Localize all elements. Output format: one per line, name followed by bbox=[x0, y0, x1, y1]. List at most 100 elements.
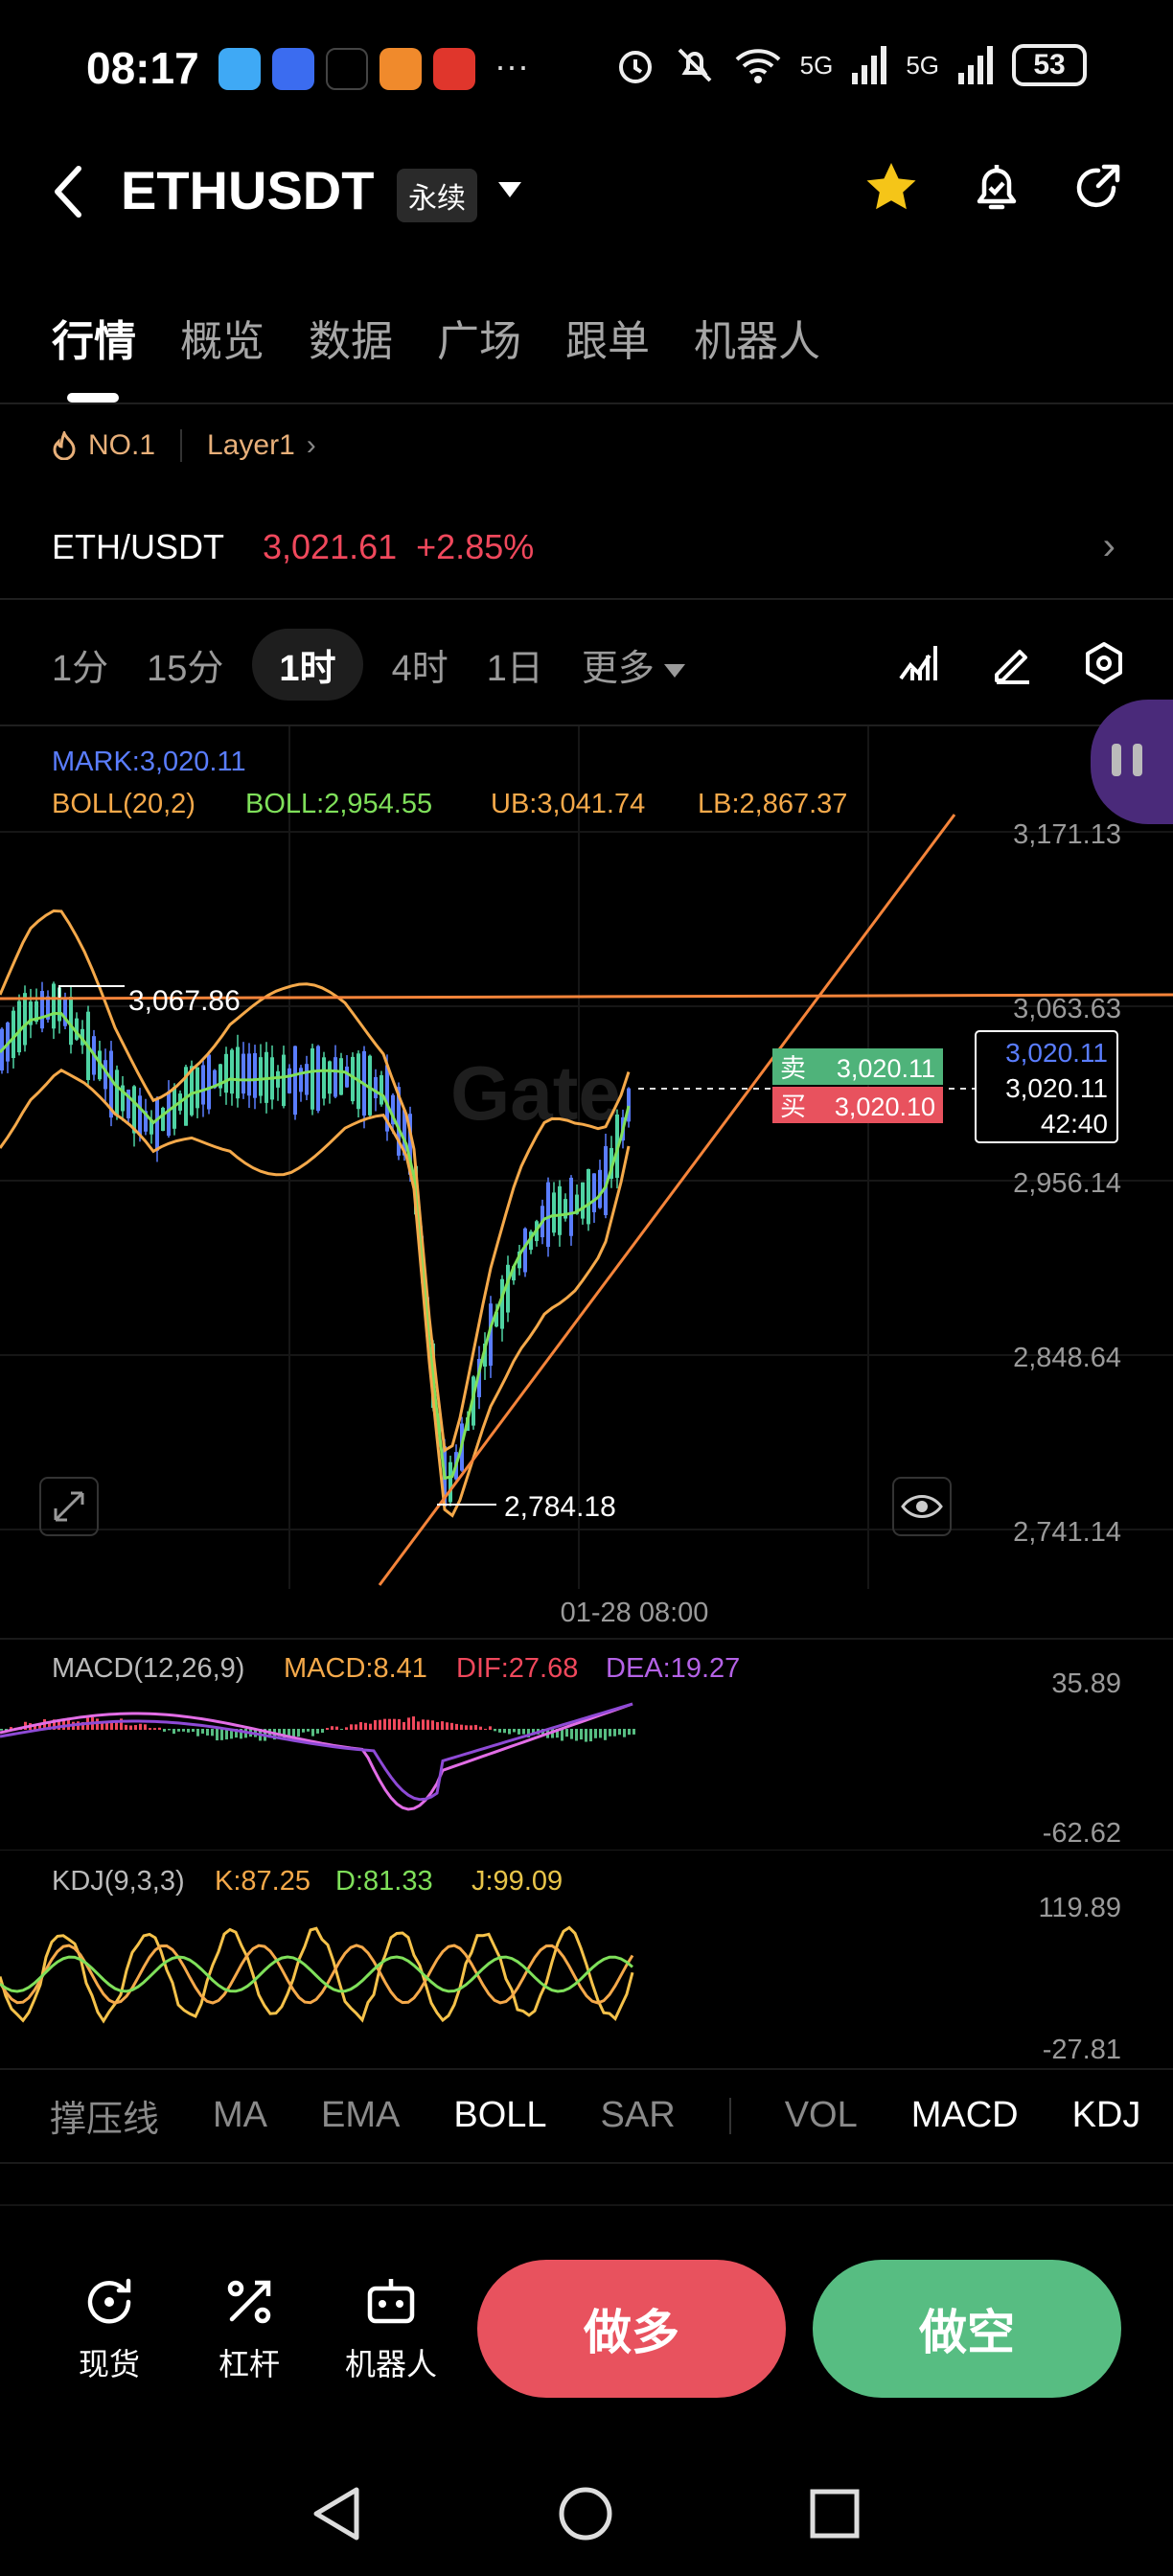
bot-button[interactable]: 机器人 bbox=[334, 2273, 448, 2384]
short-button[interactable]: 做空 bbox=[813, 2260, 1121, 2398]
chevron-right-icon: › bbox=[306, 429, 316, 461]
nav-back-icon[interactable] bbox=[305, 2480, 372, 2547]
macd-histogram-bar bbox=[618, 1729, 621, 1736]
ticker-price: 3,021.61 bbox=[263, 527, 398, 566]
spot-button[interactable]: 现货 bbox=[52, 2273, 167, 2384]
macd-histogram-bar bbox=[364, 1722, 367, 1730]
gate-watermark: Gate bbox=[450, 1050, 621, 1136]
ticker-change: +2.85% bbox=[416, 527, 535, 566]
nav-recents-icon[interactable] bbox=[801, 2480, 868, 2547]
macd-histogram-bar bbox=[585, 1729, 587, 1742]
interval-more[interactable]: 更多 bbox=[582, 638, 685, 691]
candle-body bbox=[569, 1177, 573, 1236]
interval-15m[interactable]: 15分 bbox=[147, 638, 223, 691]
long-button[interactable]: 做多 bbox=[477, 2260, 786, 2398]
candle-body bbox=[259, 1057, 263, 1096]
nav-home-icon[interactable] bbox=[552, 2480, 619, 2547]
draw-icon[interactable] bbox=[989, 640, 1035, 686]
low-price-label: 2,784.18 bbox=[504, 1491, 616, 1523]
indicator-sar[interactable]: SAR bbox=[601, 2095, 676, 2136]
indicator-ma[interactable]: MA bbox=[213, 2095, 267, 2136]
tab-active-indicator bbox=[67, 393, 119, 402]
tab-overview[interactable]: 概览 bbox=[180, 307, 264, 368]
indicator-icon[interactable] bbox=[897, 640, 943, 686]
share-icon[interactable] bbox=[1070, 159, 1127, 217]
macd-dif-line bbox=[0, 1702, 633, 1811]
macd-histogram-bar bbox=[474, 1724, 477, 1730]
candle-body bbox=[138, 1095, 142, 1136]
candle-body bbox=[196, 1067, 199, 1109]
macd-chart[interactable]: MACD(12,26,9) MACD:8.41 DIF:27.68 DEA:19… bbox=[0, 1637, 1173, 1850]
candle-body bbox=[242, 1053, 245, 1094]
indicator-macd[interactable]: MACD bbox=[911, 2095, 1019, 2136]
indicator-vol[interactable]: VOL bbox=[785, 2095, 858, 2136]
indicator-boll[interactable]: BOLL bbox=[453, 2095, 546, 2136]
indicator-support-resistance[interactable]: 撑压线 bbox=[50, 2089, 159, 2142]
kdj-d-line bbox=[0, 1955, 633, 1993]
tab-market[interactable]: 行情 bbox=[52, 307, 136, 368]
price-alert-icon[interactable] bbox=[968, 159, 1025, 217]
macd-histogram-bar bbox=[326, 1728, 329, 1730]
macd-histogram-bar bbox=[374, 1719, 377, 1730]
shopping-app-icon bbox=[380, 48, 422, 90]
macd-histogram-bar bbox=[498, 1729, 501, 1733]
symbol-title[interactable]: ETHUSDT bbox=[121, 159, 374, 221]
margin-button[interactable]: 杠杆 bbox=[192, 2273, 307, 2384]
interval-1m[interactable]: 1分 bbox=[52, 638, 108, 691]
star-icon[interactable] bbox=[862, 159, 920, 217]
tab-data[interactable]: 数据 bbox=[309, 307, 393, 368]
candle-body bbox=[253, 1052, 257, 1098]
macd-histogram-bar bbox=[479, 1726, 482, 1730]
interval-1h[interactable]: 1时 bbox=[252, 629, 363, 701]
candle-body bbox=[224, 1053, 228, 1093]
macd-histogram-bar bbox=[436, 1721, 439, 1730]
macd-histogram-bar bbox=[139, 1723, 142, 1730]
contract-type-badge[interactable]: 永续 bbox=[397, 169, 477, 222]
kdj-series bbox=[0, 1925, 634, 2024]
signal-icon bbox=[852, 46, 887, 84]
app-market-icon bbox=[272, 48, 314, 90]
macd-histogram-bar bbox=[335, 1726, 338, 1730]
macd-histogram-bar bbox=[144, 1724, 147, 1730]
candle-body bbox=[236, 1046, 240, 1099]
pause-icon bbox=[1112, 744, 1142, 776]
candle-body bbox=[339, 1058, 343, 1095]
macd-histogram-bar bbox=[192, 1729, 195, 1733]
interval-4h[interactable]: 4时 bbox=[392, 638, 448, 691]
symbol-dropdown-caret-icon[interactable] bbox=[498, 182, 521, 197]
ticker-row[interactable]: ETH/USDT 3,021.61 +2.85% bbox=[52, 527, 534, 567]
tab-copy-trading[interactable]: 跟单 bbox=[565, 307, 650, 368]
fullscreen-button[interactable] bbox=[39, 1477, 99, 1536]
rank-row[interactable]: NO.1 Layer1 › bbox=[52, 429, 316, 462]
macd-histogram-bar bbox=[503, 1729, 506, 1734]
macd-histogram-bar bbox=[125, 1724, 127, 1730]
candle-body bbox=[328, 1061, 332, 1094]
tab-bot[interactable]: 机器人 bbox=[694, 307, 820, 368]
kdj-j-label: J:99.09 bbox=[472, 1866, 563, 1897]
indicator-tabs: 撑压线 MA EMA BOLL SAR VOL MACD KDJ bbox=[50, 2089, 1140, 2142]
tiktok-icon bbox=[326, 48, 368, 90]
back-icon[interactable] bbox=[48, 163, 90, 220]
kdj-chart[interactable]: KDJ(9,3,3) K:87.25 D:81.33 J:99.09 119.8… bbox=[0, 1850, 1173, 2066]
ticker-chevron-icon[interactable]: › bbox=[1103, 525, 1116, 568]
macd-histogram-bar bbox=[589, 1729, 592, 1742]
macd-histogram-bar bbox=[470, 1725, 472, 1730]
macd-histogram-bar bbox=[297, 1729, 300, 1737]
candlestick-series bbox=[0, 908, 631, 1518]
indicator-ema[interactable]: EMA bbox=[321, 2095, 400, 2136]
settings-icon[interactable] bbox=[1081, 640, 1127, 686]
macd-histogram-bar bbox=[302, 1729, 305, 1733]
rank-divider bbox=[180, 429, 183, 462]
macd-params-label: MACD(12,26,9) bbox=[52, 1653, 244, 1684]
ticker-pair: ETH/USDT bbox=[52, 527, 224, 566]
tab-square[interactable]: 广场 bbox=[437, 307, 521, 368]
bot-label: 机器人 bbox=[344, 2347, 437, 2381]
main-price-chart[interactable]: Gate 3,067.86 2,784.18 MARK:3,020.11 BOL… bbox=[0, 726, 1173, 1637]
indicator-kdj[interactable]: KDJ bbox=[1072, 2095, 1141, 2136]
macd-histogram-bar bbox=[168, 1729, 171, 1731]
visibility-button[interactable] bbox=[892, 1477, 952, 1536]
macd-histogram-bar bbox=[561, 1729, 564, 1741]
boll-lower-legend: LB:2,867.37 bbox=[698, 789, 847, 819]
candle-body bbox=[380, 1074, 383, 1105]
interval-1d[interactable]: 1日 bbox=[487, 638, 543, 691]
